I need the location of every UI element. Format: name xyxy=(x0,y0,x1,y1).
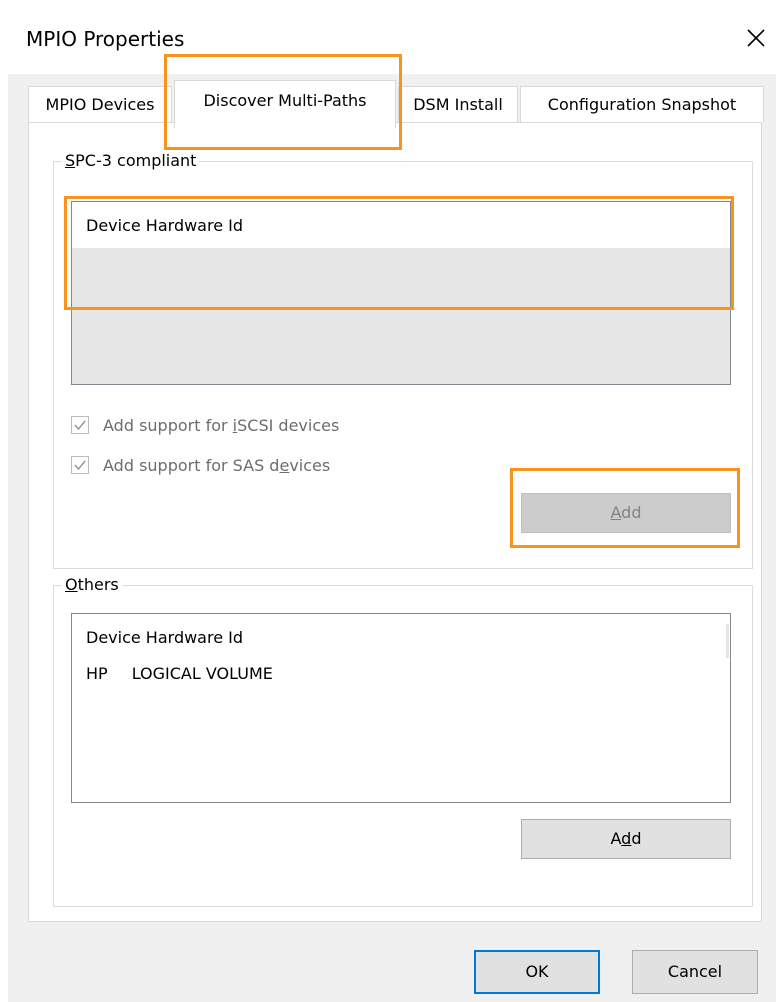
others-device-list[interactable]: Device Hardware Id HP LOGICAL VOLUME xyxy=(71,613,731,803)
spc3-legend: SPC-3 compliant xyxy=(62,150,200,172)
iscsi-checkbox[interactable] xyxy=(71,416,89,434)
close-icon[interactable] xyxy=(736,18,776,58)
checkmark-icon xyxy=(74,460,86,471)
tab-panel: SPC-3 compliant Device Hardware Id Add s… xyxy=(28,122,762,922)
tab-configuration-snapshot[interactable]: Configuration Snapshot xyxy=(520,86,764,122)
spc3-device-list[interactable]: Device Hardware Id xyxy=(71,201,731,385)
window-border xyxy=(0,0,8,1002)
device-product: LOGICAL VOLUME xyxy=(131,664,273,683)
iscsi-label: Add support for iSCSI devices xyxy=(103,416,340,435)
checkmark-icon xyxy=(74,420,86,431)
tab-mpio-devices[interactable]: MPIO Devices xyxy=(28,86,172,122)
others-add-button[interactable]: Add xyxy=(521,819,731,859)
list-scrollbar[interactable] xyxy=(726,624,729,658)
device-vendor: HP xyxy=(86,664,108,683)
window-title: MPIO Properties xyxy=(26,27,185,51)
mpio-properties-dialog: MPIO Properties MPIO Devices Discover Mu… xyxy=(0,0,776,1002)
list-item-hp-logical-volume[interactable]: HP LOGICAL VOLUME xyxy=(86,662,273,686)
spc3-add-button[interactable]: Add xyxy=(521,493,731,533)
tab-dsm-install[interactable]: DSM Install xyxy=(398,86,518,122)
tab-discover-multi-paths[interactable]: Discover Multi-Paths xyxy=(174,80,396,128)
sas-label: Add support for SAS devices xyxy=(103,456,331,475)
spc3-list-empty-area xyxy=(72,248,730,384)
ok-button[interactable]: OK xyxy=(474,950,600,994)
cancel-button[interactable]: Cancel xyxy=(632,950,758,994)
others-column-header[interactable]: Device Hardware Id xyxy=(86,626,243,650)
spc3-column-header[interactable]: Device Hardware Id xyxy=(86,214,243,238)
sas-checkbox[interactable] xyxy=(71,456,89,474)
others-legend: Others xyxy=(62,574,122,596)
